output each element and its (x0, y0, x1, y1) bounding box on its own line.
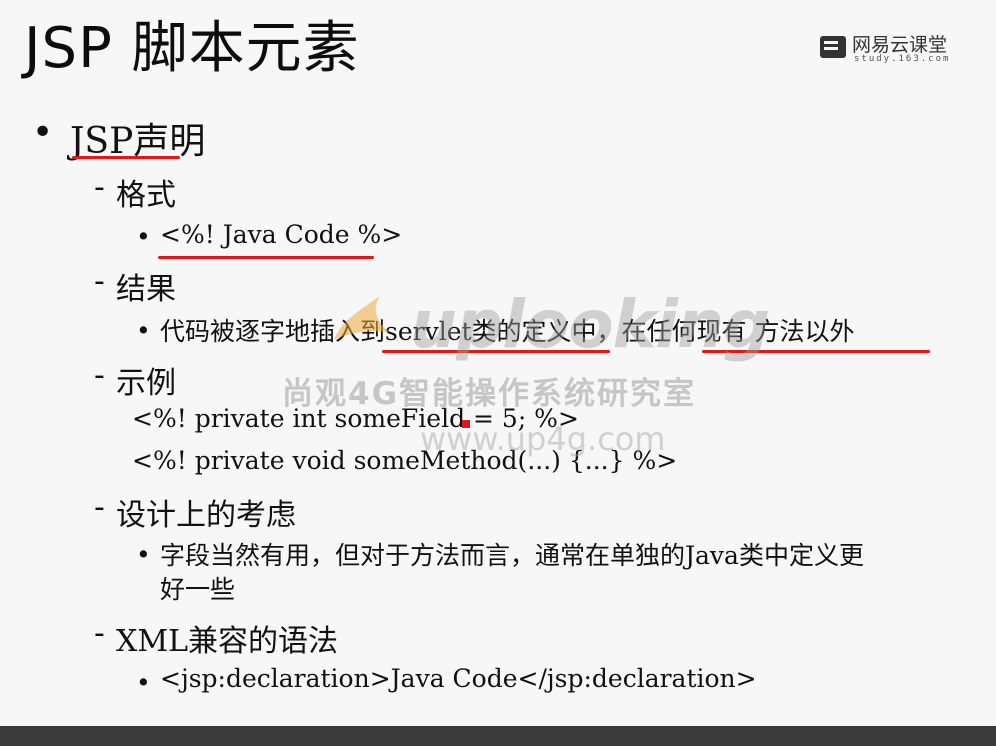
watermark-brand: uplooking (410, 286, 770, 363)
heading-design: 设计上的考虑 (116, 498, 296, 533)
dash-bullet: - (94, 616, 105, 651)
design-text-line-1: 字段当然有用，但对于方法而言，通常在单独的Java类中定义更 (160, 541, 864, 570)
heading-xml: XML兼容的语法 (116, 624, 338, 659)
bullet-dot: • (32, 112, 54, 153)
dash-bullet: - (94, 490, 105, 525)
format-code: <%! Java Code %> (160, 220, 403, 249)
heading-example: 示例 (116, 366, 176, 401)
logo-icon (820, 36, 846, 58)
logo-url: study.163.com (854, 54, 951, 64)
underline-declaration (72, 156, 180, 159)
xml-code: <jsp:declaration>Java Code</jsp:declarat… (160, 664, 757, 693)
slide: JSP 脚本元素 网易云课堂 study.163.com • JSP声明 - 格… (0, 0, 996, 726)
heading-format: 格式 (116, 178, 176, 213)
player-bottom-bar (0, 726, 996, 746)
watermark-url: www.up4g.com (420, 420, 666, 458)
dash-bullet: - (94, 264, 105, 299)
design-text-line-2: 好一些 (160, 575, 236, 604)
watermark-cn-text: 尚观4G智能操作系统研究室 (282, 376, 697, 412)
logo-name: 网易云课堂 (852, 34, 948, 56)
heading-result: 结果 (116, 272, 176, 307)
uplooking-swoosh-icon (334, 296, 390, 340)
small-bullet: • (136, 540, 151, 569)
red-cursor-dot (462, 420, 470, 428)
dash-bullet: - (94, 358, 105, 393)
small-bullet: • (136, 222, 151, 251)
small-bullet: • (136, 316, 151, 345)
small-bullet: • (136, 668, 151, 697)
underline-format-code (158, 256, 374, 259)
page-title: JSP 脚本元素 (24, 16, 360, 81)
netease-logo: 网易云课堂 study.163.com (820, 34, 970, 68)
dash-bullet: - (94, 170, 105, 205)
